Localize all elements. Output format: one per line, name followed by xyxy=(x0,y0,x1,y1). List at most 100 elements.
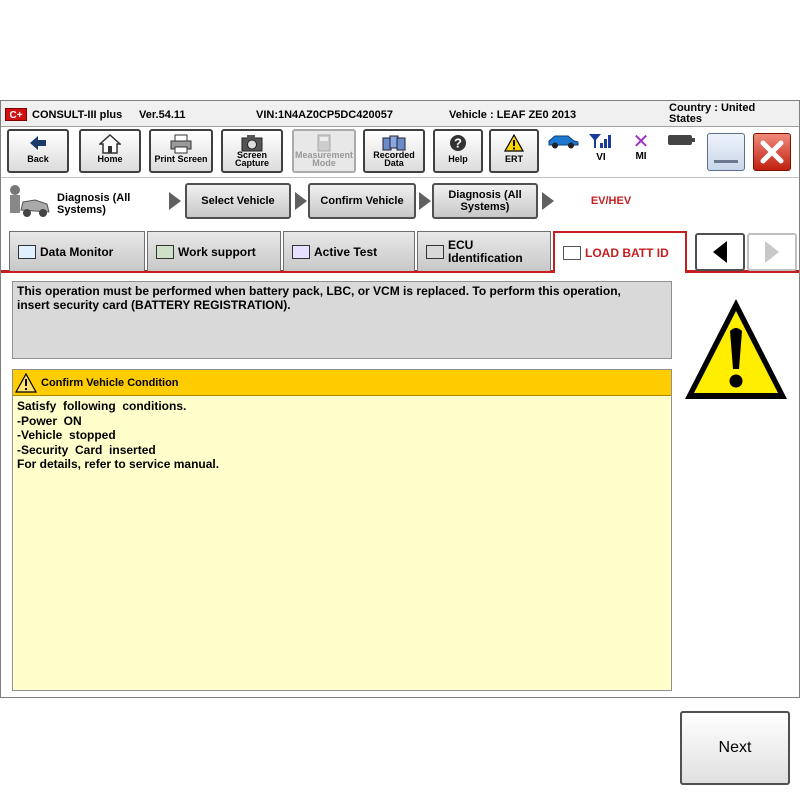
print-screen-button[interactable]: Print Screen xyxy=(149,129,213,173)
triangle-left-icon xyxy=(713,241,727,263)
diagnosis-label-1: Diagnosis (All xyxy=(448,189,522,201)
condition-line: -Power ON xyxy=(17,413,82,428)
country-label: Country : United States xyxy=(669,102,756,125)
breadcrumb: Diagnosis (All Systems) Select Vehicle C… xyxy=(1,177,799,227)
svg-text:?: ? xyxy=(454,136,462,151)
vin-label: VIN:1N4AZ0CP5DC420057 xyxy=(256,109,393,121)
screen-capture-label-2: Capture xyxy=(234,158,269,168)
mi-label: MI xyxy=(635,151,647,162)
tab-load-batt-id[interactable]: LOAD BATT ID xyxy=(553,231,687,273)
screen-capture-button[interactable]: Screen Capture xyxy=(221,129,283,173)
confirm-vehicle-button[interactable]: Confirm Vehicle xyxy=(308,183,416,219)
recorded-data-icon xyxy=(365,131,423,151)
select-vehicle-button[interactable]: Select Vehicle xyxy=(185,183,291,219)
tab-scroll-right-button[interactable] xyxy=(747,233,797,271)
mi-status-indicator: ✕ MI xyxy=(627,131,655,162)
tab-data-monitor[interactable]: Data Monitor xyxy=(9,231,145,271)
mi-disconnected-icon: ✕ xyxy=(632,131,650,153)
help-button[interactable]: ? Help xyxy=(433,129,483,173)
tab-ecu-label-2: Identification xyxy=(448,250,523,265)
tab-ecu-identification[interactable]: ECU Identification xyxy=(417,231,551,271)
diagnosis-all-systems-button[interactable]: Diagnosis (All Systems) xyxy=(432,183,538,219)
tab-ecu-label-1: ECU xyxy=(448,237,474,252)
tab-scroll-left-button[interactable] xyxy=(695,233,745,271)
active-test-icon xyxy=(292,244,310,259)
tab-work-support-label: Work support xyxy=(178,244,256,259)
printer-icon xyxy=(151,131,211,155)
help-icon: ? xyxy=(435,131,481,155)
home-button[interactable]: Home xyxy=(79,129,141,173)
back-arrow-icon xyxy=(9,131,67,155)
print-screen-label: Print Screen xyxy=(154,154,208,164)
ert-label: ERT xyxy=(505,154,523,164)
back-button[interactable]: Back xyxy=(7,129,69,173)
breadcrumb-arrow-icon xyxy=(169,192,181,210)
vi-label: VI xyxy=(596,152,606,163)
minimize-icon xyxy=(714,160,738,163)
tab-work-support[interactable]: Work support xyxy=(147,231,281,271)
app-logo-icon: C+ xyxy=(5,108,27,121)
vehicle-status-indicator xyxy=(545,133,581,152)
operation-message-line-1: This operation must be performed when ba… xyxy=(17,284,621,298)
condition-body: Satisfy following conditions. -Power ON … xyxy=(13,396,671,475)
vi-status-indicator: VI xyxy=(587,133,615,163)
tab-active-test-label: Active Test xyxy=(314,244,378,259)
operation-message: This operation must be performed when ba… xyxy=(12,281,672,359)
triangle-right-icon xyxy=(765,241,779,263)
toolbar: Back Home Print Screen Screen Capture Me… xyxy=(1,127,799,177)
large-warning-icon xyxy=(685,299,787,399)
condition-header-label: Confirm Vehicle Condition xyxy=(41,376,179,389)
recorded-data-button[interactable]: Recorded Data xyxy=(363,129,425,173)
condition-line: -Vehicle stopped xyxy=(17,428,116,442)
vehicle-label: Vehicle : LEAF ZE0 2013 xyxy=(449,109,577,121)
condition-header: Confirm Vehicle Condition xyxy=(13,370,671,396)
measurement-mode-button[interactable]: Measurement Mode xyxy=(292,129,356,173)
tab-data-monitor-label: Data Monitor xyxy=(40,244,114,259)
confirm-vehicle-condition-panel: Confirm Vehicle Condition Satisfy follow… xyxy=(12,369,672,691)
breadcrumb-current-ev-hev: EV/HEV xyxy=(590,195,632,207)
monitor-icon xyxy=(18,244,36,259)
title-bar: C+ CONSULT-III plus Ver.54.11 VIN:1N4AZ0… xyxy=(1,101,799,127)
close-button[interactable] xyxy=(753,133,791,171)
condition-line: For details, refer to service manual. xyxy=(17,457,220,471)
breadcrumb-arrow-icon xyxy=(295,192,307,210)
measurement-icon xyxy=(294,131,354,152)
recorded-label-2: Data xyxy=(384,158,404,168)
technician-car-icon xyxy=(10,185,50,217)
battery-icon xyxy=(668,135,695,145)
back-label: Back xyxy=(27,154,49,164)
ert-button[interactable]: ERT xyxy=(489,129,539,173)
work-support-icon xyxy=(156,244,174,259)
diagnosis-label-2: Systems) xyxy=(460,201,510,213)
signal-icon xyxy=(589,134,611,148)
app-name: CONSULT-III plus xyxy=(32,109,123,121)
main-content: This operation must be performed when ba… xyxy=(1,273,799,785)
help-label: Help xyxy=(448,154,468,164)
consult-app-window: C+ CONSULT-III plus Ver.54.11 VIN:1N4AZ0… xyxy=(0,100,800,785)
measurement-label-2: Mode xyxy=(312,158,336,168)
load-batt-id-icon xyxy=(563,246,581,260)
home-icon xyxy=(81,131,139,155)
car-icon xyxy=(548,135,579,149)
minimize-button[interactable] xyxy=(707,133,745,171)
tab-load-batt-id-label: LOAD BATT ID xyxy=(585,246,669,260)
app-version: Ver.54.11 xyxy=(139,109,186,121)
breadcrumb-arrow-icon xyxy=(542,192,554,210)
condition-line: -Security Card inserted xyxy=(17,442,156,457)
home-label: Home xyxy=(97,154,123,164)
warning-icon xyxy=(491,131,537,155)
breadcrumb-root-label-1: Diagnosis (All xyxy=(57,192,131,204)
warning-icon xyxy=(15,372,37,393)
close-icon xyxy=(760,140,784,164)
operation-message-line-2: insert security card (BATTERY REGISTRATI… xyxy=(17,298,291,312)
next-button[interactable]: Next xyxy=(680,711,790,785)
condition-line: Satisfy following conditions. xyxy=(17,399,187,413)
breadcrumb-root-label-2: Systems) xyxy=(57,204,106,216)
battery-status-indicator xyxy=(665,133,699,150)
breadcrumb-arrow-icon xyxy=(419,192,431,210)
tab-active-test[interactable]: Active Test xyxy=(283,231,415,271)
function-tabs: Data Monitor Work support Active Test EC… xyxy=(1,227,799,273)
camera-icon xyxy=(223,131,281,152)
ecu-icon xyxy=(426,244,444,259)
breadcrumb-root: Diagnosis (All Systems) xyxy=(5,182,165,222)
